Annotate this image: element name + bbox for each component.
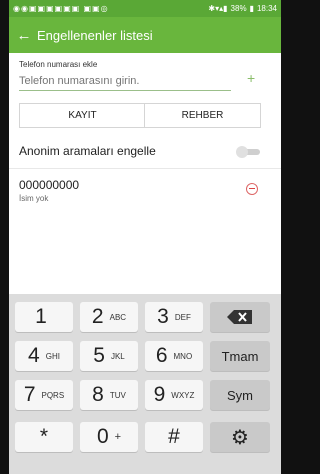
add-icon[interactable]: + xyxy=(247,70,255,86)
clock: 18:34 xyxy=(256,4,277,13)
key-3[interactable]: 3 DEF xyxy=(145,302,203,332)
key-9[interactable]: 9 WXYZ xyxy=(145,380,203,410)
phone-number-input[interactable] xyxy=(19,72,231,91)
key-1[interactable]: 1 xyxy=(15,302,73,332)
key-letters: GHI xyxy=(45,351,60,361)
key-digit: 0 xyxy=(96,425,109,448)
app-bar: ← Engellenenler listesi xyxy=(9,17,281,53)
key-digit: 8 xyxy=(92,383,104,406)
gear-icon: ⚙ xyxy=(231,426,249,449)
backspace-key[interactable] xyxy=(210,302,270,332)
screen: ◉◉▣▣▣▣▣▣ ▣▣◎ ✱▾▴▮ 38% ▮ 18:34 ← Engellen… xyxy=(9,0,281,474)
status-right: ✱▾▴▮ 38% ▮ 18:34 xyxy=(208,4,277,13)
done-key[interactable]: Tmam xyxy=(210,341,270,371)
key-digit: 4 xyxy=(28,344,40,367)
key-digit: 5 xyxy=(93,344,105,367)
key-6[interactable]: 6 MNO xyxy=(145,341,203,371)
blocked-number: 000000000 xyxy=(19,178,80,192)
key-7[interactable]: 7 PQRS xyxy=(15,380,73,410)
remove-icon[interactable] xyxy=(246,183,258,195)
key-2[interactable]: 2 ABC xyxy=(80,302,138,332)
key-digit: 2 xyxy=(91,305,104,328)
toggle-knob xyxy=(236,146,248,158)
key-digit: 1 xyxy=(35,305,47,328)
block-anonymous-toggle[interactable] xyxy=(236,146,261,158)
divider xyxy=(9,168,281,169)
key-letters: ABC xyxy=(109,312,127,322)
key-letters: DEF xyxy=(174,312,191,322)
key-digit: 9 xyxy=(153,383,166,406)
key-letters: JKL xyxy=(110,351,125,361)
key-letters: TUV xyxy=(109,390,126,400)
signal-icon: ✱▾▴▮ xyxy=(208,4,228,13)
battery-level: 38% xyxy=(230,4,247,13)
back-arrow-icon[interactable]: ← xyxy=(11,27,37,44)
contacts-button[interactable]: REHBER xyxy=(144,103,261,128)
key-hash[interactable]: # xyxy=(145,422,203,452)
page-title: Engellenenler listesi xyxy=(37,27,153,43)
key-letters: + xyxy=(114,431,122,443)
settings-key[interactable]: ⚙ xyxy=(210,422,270,452)
key-digit: * xyxy=(39,425,49,448)
key-digit: 3 xyxy=(157,305,169,328)
key-letters: MNO xyxy=(173,351,193,361)
key-letters: PQRS xyxy=(41,390,65,400)
symbols-key[interactable]: Sym xyxy=(210,380,270,410)
backspace-icon xyxy=(227,310,252,324)
battery-icon: ▮ xyxy=(249,4,254,13)
key-8[interactable]: 8 TUV xyxy=(80,380,138,410)
key-star[interactable]: * xyxy=(15,422,73,452)
status-bar: ◉◉▣▣▣▣▣▣ ▣▣◎ ✱▾▴▮ 38% ▮ 18:34 xyxy=(9,0,281,17)
save-button[interactable]: KAYIT xyxy=(19,103,146,128)
block-list-content: Telefon numarası ekle + KAYIT REHBER Ano… xyxy=(9,53,281,294)
key-digit: 6 xyxy=(155,344,168,367)
key-letters: WXYZ xyxy=(171,390,195,400)
key-0[interactable]: 0 + xyxy=(80,422,138,452)
key-4[interactable]: 4 GHI xyxy=(15,341,73,371)
notification-icons: ◉◉▣▣▣▣▣▣ ▣▣◎ xyxy=(13,4,109,13)
key-digit: # xyxy=(168,425,180,448)
block-anonymous-label: Anonim aramaları engelle xyxy=(19,144,156,158)
add-number-label: Telefon numarası ekle xyxy=(19,60,98,69)
key-5[interactable]: 5 JKL xyxy=(80,341,138,371)
blocked-name: İsim yok xyxy=(19,194,49,203)
numeric-keyboard: 1 2 ABC 3 DEF 4 GHI 5 JKL 6 MNO Tmam 7 PQRS 8T… xyxy=(9,294,281,474)
key-digit: 7 xyxy=(23,383,36,406)
